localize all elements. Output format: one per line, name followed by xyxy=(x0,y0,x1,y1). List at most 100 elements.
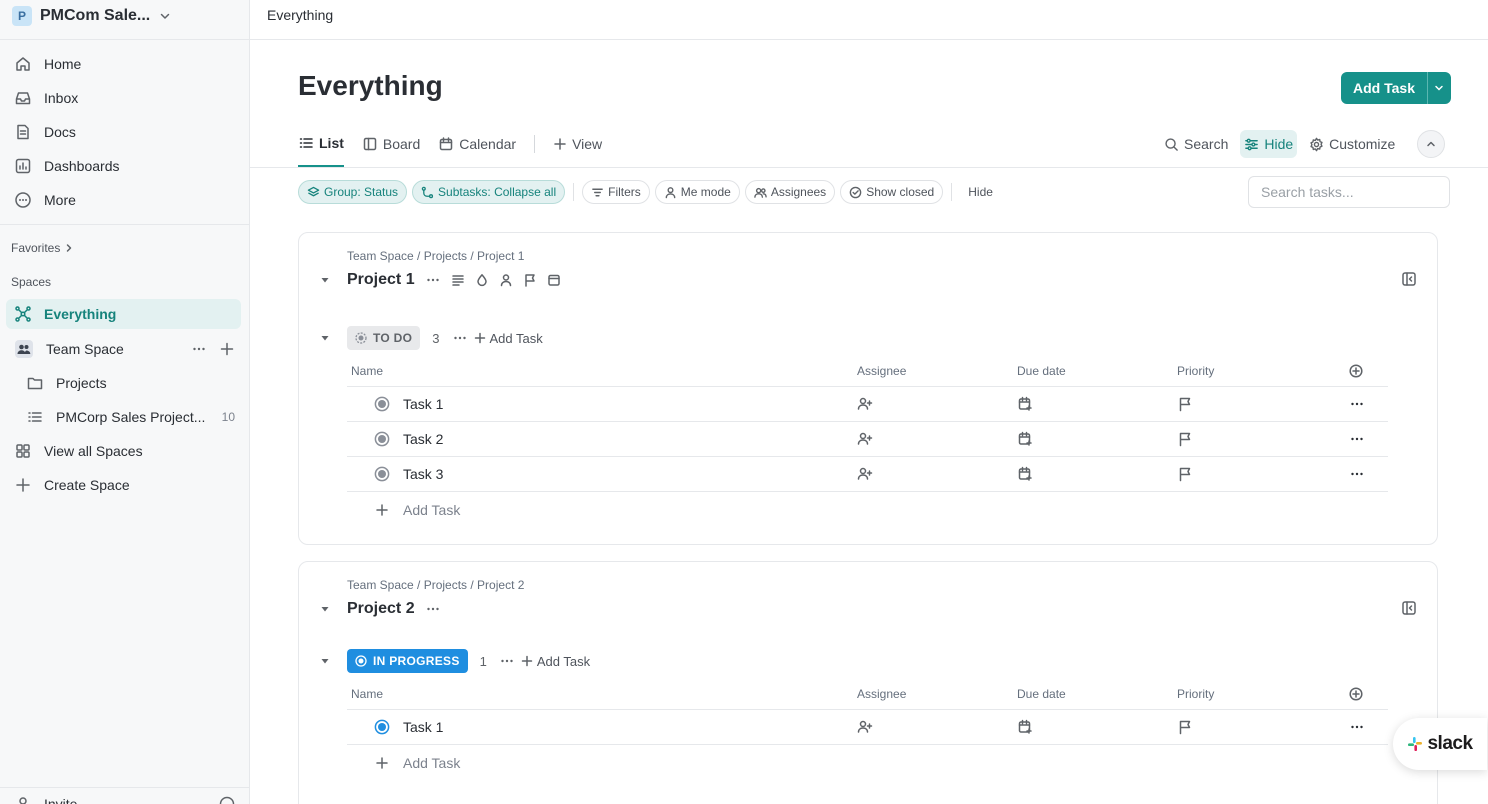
row-actions-icon[interactable] xyxy=(1349,466,1365,482)
subtasks-chip[interactable]: Subtasks: Collapse all xyxy=(412,180,566,204)
column-assignee[interactable]: Assignee xyxy=(857,687,906,701)
sidebar-item-home[interactable]: Home xyxy=(6,49,241,79)
status-badge[interactable]: IN PROGRESS xyxy=(347,649,468,673)
add-due-date-icon[interactable] xyxy=(1017,466,1033,482)
project-name[interactable]: Project 2 xyxy=(347,600,415,618)
plus-icon[interactable] xyxy=(219,341,235,357)
side-panel-icon[interactable] xyxy=(1401,600,1417,616)
search-tasks-input[interactable] xyxy=(1248,176,1450,208)
sidebar-item-team-space[interactable]: Team Space xyxy=(6,334,241,364)
caret-down-icon[interactable] xyxy=(319,655,331,667)
project-breadcrumb[interactable]: Team Space / Projects / Project 2 xyxy=(347,578,524,592)
flag-icon[interactable] xyxy=(1177,719,1193,735)
add-assignee-icon[interactable] xyxy=(857,431,873,447)
task-name[interactable]: Task 1 xyxy=(403,396,443,412)
add-task-row[interactable]: Add Task xyxy=(347,492,1388,527)
add-task-group-button[interactable]: Add Task xyxy=(521,654,590,669)
description-icon[interactable] xyxy=(451,273,465,287)
tab-list[interactable]: List xyxy=(298,128,344,167)
flag-icon[interactable] xyxy=(1177,431,1193,447)
person-icon[interactable] xyxy=(499,273,513,287)
caret-down-icon[interactable] xyxy=(319,332,331,344)
side-panel-icon[interactable] xyxy=(1401,271,1417,287)
assignees-chip[interactable]: Assignees xyxy=(744,180,836,204)
ellipsis-icon[interactable] xyxy=(499,653,515,669)
search-button[interactable]: Search xyxy=(1160,130,1232,158)
add-due-date-icon[interactable] xyxy=(1017,719,1033,735)
add-column-icon[interactable] xyxy=(1349,363,1363,378)
customize-button[interactable]: Customize xyxy=(1305,130,1399,158)
hide-button[interactable]: Hide xyxy=(1240,130,1298,158)
ellipsis-icon[interactable] xyxy=(191,341,207,357)
status-todo-icon[interactable] xyxy=(374,431,390,447)
row-actions-icon[interactable] xyxy=(1349,396,1365,412)
add-task-button[interactable]: Add Task xyxy=(1341,72,1427,104)
add-task-row[interactable]: Add Task xyxy=(347,745,1388,780)
group-status-chip[interactable]: Group: Status xyxy=(298,180,408,204)
favorites-section[interactable]: Favorites xyxy=(11,241,74,255)
project-name[interactable]: Project 1 xyxy=(347,271,415,289)
ellipsis-icon[interactable] xyxy=(425,272,441,288)
tab-calendar[interactable]: Calendar xyxy=(438,128,516,160)
task-name[interactable]: Task 3 xyxy=(403,466,443,482)
workspace-switcher[interactable]: P PMCom Sale... xyxy=(12,5,172,27)
table-row[interactable]: Task 2 xyxy=(347,422,1388,457)
flag-icon[interactable] xyxy=(1177,466,1193,482)
calendar-icon[interactable] xyxy=(547,273,561,287)
hide-filter-chip[interactable]: Hide xyxy=(960,180,1001,204)
breadcrumb[interactable]: Everything xyxy=(267,7,333,23)
column-assignee[interactable]: Assignee xyxy=(857,364,906,378)
caret-down-icon[interactable] xyxy=(319,603,331,615)
ellipsis-icon[interactable] xyxy=(452,330,468,346)
add-column-icon[interactable] xyxy=(1349,686,1363,701)
task-name[interactable]: Task 2 xyxy=(403,431,443,447)
column-name[interactable]: Name xyxy=(351,687,383,701)
column-priority[interactable]: Priority xyxy=(1177,687,1214,701)
sidebar-item-projects[interactable]: Projects xyxy=(6,368,241,398)
sidebar-item-create-space[interactable]: Create Space xyxy=(6,470,241,500)
column-due-date[interactable]: Due date xyxy=(1017,687,1066,701)
add-assignee-icon[interactable] xyxy=(857,396,873,412)
status-todo-icon[interactable] xyxy=(374,396,390,412)
filters-chip[interactable]: Filters xyxy=(582,180,650,204)
column-due-date[interactable]: Due date xyxy=(1017,364,1066,378)
sidebar-invite[interactable]: Invite xyxy=(6,792,241,804)
tab-board[interactable]: Board xyxy=(362,128,420,160)
ellipsis-icon[interactable] xyxy=(425,601,441,617)
status-in-progress-icon[interactable] xyxy=(374,719,390,735)
table-row[interactable]: Task 1 xyxy=(347,387,1388,422)
flag-icon[interactable] xyxy=(523,273,537,287)
add-view-button[interactable]: View xyxy=(553,128,602,160)
sidebar-item-more[interactable]: More xyxy=(6,185,241,215)
add-task-group-button[interactable]: Add Task xyxy=(474,331,543,346)
collapse-header-button[interactable] xyxy=(1417,130,1446,158)
sidebar-item-pmcorp-sales[interactable]: PMCorp Sales Project... 10 xyxy=(6,402,241,432)
add-due-date-icon[interactable] xyxy=(1017,396,1033,412)
row-actions-icon[interactable] xyxy=(1349,431,1365,447)
sidebar-item-inbox[interactable]: Inbox xyxy=(6,83,241,113)
project-breadcrumb[interactable]: Team Space / Projects / Project 1 xyxy=(347,249,524,263)
column-name[interactable]: Name xyxy=(351,364,383,378)
flag-icon[interactable] xyxy=(1177,396,1193,412)
add-assignee-icon[interactable] xyxy=(857,719,873,735)
show-closed-chip[interactable]: Show closed xyxy=(840,180,944,204)
slack-widget[interactable]: slack xyxy=(1393,718,1487,770)
sidebar-item-dashboards[interactable]: Dashboards xyxy=(6,151,241,181)
caret-down-icon[interactable] xyxy=(319,274,331,286)
add-task-dropdown[interactable] xyxy=(1426,72,1451,104)
sidebar-item-docs[interactable]: Docs xyxy=(6,117,241,147)
task-name[interactable]: Task 1 xyxy=(403,719,443,735)
row-actions-icon[interactable] xyxy=(1349,719,1365,735)
status-badge[interactable]: TO DO xyxy=(347,326,421,350)
help-icon[interactable] xyxy=(219,796,235,804)
me-mode-chip[interactable]: Me mode xyxy=(654,180,740,204)
table-row[interactable]: Task 1 xyxy=(347,710,1388,745)
table-row[interactable]: Task 3 xyxy=(347,457,1388,492)
color-drop-icon[interactable] xyxy=(475,273,489,287)
column-priority[interactable]: Priority xyxy=(1177,364,1214,378)
sidebar-item-view-all-spaces[interactable]: View all Spaces xyxy=(6,436,241,466)
status-todo-icon[interactable] xyxy=(374,466,390,482)
add-due-date-icon[interactable] xyxy=(1017,431,1033,447)
add-assignee-icon[interactable] xyxy=(857,466,873,482)
sidebar-item-everything[interactable]: Everything xyxy=(6,299,241,329)
